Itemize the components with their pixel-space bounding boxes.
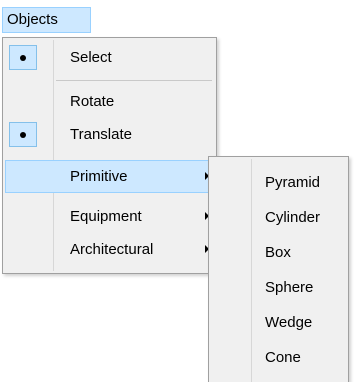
objects-dropdown-menu: Select Rotate Translate Primitive Equipm… [2,37,217,274]
menu-item-rotate[interactable]: Rotate [5,85,214,118]
bullet-icon [20,55,26,61]
menu-item-label: Select [70,49,112,66]
menu-item-select[interactable]: Select [5,41,214,74]
menu-separator [56,80,212,81]
submenu-item-label: Box [265,244,291,261]
menu-item-label: Architectural [70,241,154,258]
primitive-submenu: Pyramid Cylinder Box Sphere Wedge Cone [208,156,349,382]
menu-item-label: Translate [70,126,132,143]
submenu-item-box[interactable]: Box [211,236,346,270]
app-root: Objects Select Rotate Translate Primitiv… [0,0,356,382]
menu-objects[interactable]: Objects [2,7,91,33]
menu-objects-label: Objects [7,11,58,28]
submenu-item-wedge[interactable]: Wedge [211,306,346,340]
menu-item-equipment[interactable]: Equipment [5,200,214,233]
submenu-item-sphere[interactable]: Sphere [211,271,346,305]
checked-indicator-icon [9,122,37,147]
menu-item-translate[interactable]: Translate [5,118,214,151]
menu-item-label: Rotate [70,93,115,110]
submenu-item-label: Cone [265,349,301,366]
bullet-icon [20,132,26,138]
menu-item-architectural[interactable]: Architectural [5,233,214,266]
submenu-item-label: Cylinder [265,209,321,226]
submenu-item-cylinder[interactable]: Cylinder [211,201,346,235]
submenu-item-label: Sphere [265,279,314,296]
menu-item-label: Primitive [70,168,128,185]
checked-indicator-icon [9,45,37,70]
menu-item-label: Equipment [70,208,142,225]
submenu-item-label: Pyramid [265,174,321,191]
submenu-item-label: Wedge [265,314,313,331]
menu-item-primitive[interactable]: Primitive [5,160,214,193]
submenu-item-cone[interactable]: Cone [211,341,346,375]
submenu-item-pyramid[interactable]: Pyramid [211,166,346,200]
